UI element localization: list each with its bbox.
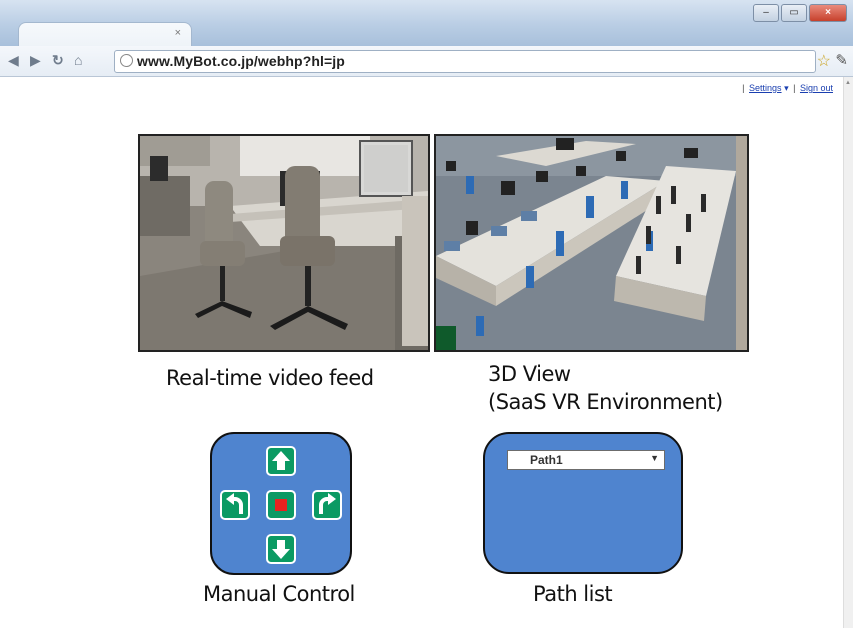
maximize-icon[interactable]: ▭ <box>781 4 807 22</box>
home-icon[interactable]: ⌂ <box>74 52 82 68</box>
url-text: www.MyBot.co.jp/webhp?hl=jp <box>137 53 345 69</box>
office-photo <box>140 136 428 350</box>
forward-arrow-icon[interactable]: ▶ <box>30 52 41 69</box>
path-select-value: Path1 <box>530 453 563 467</box>
manual-control-label: Manual Control <box>203 582 355 606</box>
move-backward-button[interactable] <box>266 534 296 564</box>
arrow-down-icon <box>272 540 290 559</box>
vr-office-render <box>436 136 747 350</box>
video-feed <box>138 134 430 352</box>
turn-left-icon <box>226 493 243 514</box>
page-icon <box>120 54 133 67</box>
browser-window: × – ▭ × ◀ ▶ ↻ ⌂ www.MyBot.co.jp/webhp?hl… <box>0 0 853 628</box>
path-list-label: Path list <box>533 582 613 606</box>
path-list-panel: Path1 ▼ <box>483 432 683 574</box>
move-forward-button[interactable] <box>266 446 296 476</box>
view-3d-caption-title: 3D View <box>488 362 571 386</box>
settings-link[interactable]: Settings <box>749 83 782 93</box>
turn-right-icon <box>319 493 336 514</box>
turn-right-button[interactable] <box>312 490 342 520</box>
turn-left-button[interactable] <box>220 490 250 520</box>
stop-button[interactable] <box>266 490 296 520</box>
video-feed-caption: Real-time video feed <box>166 366 374 390</box>
wrench-menu-icon[interactable]: ✎ <box>835 51 848 69</box>
link-separator: | <box>742 83 745 93</box>
browser-toolbar: ◀ ▶ ↻ ⌂ www.MyBot.co.jp/webhp?hl=jp ☆ ✎ <box>0 46 853 77</box>
sign-out-link[interactable]: Sign out <box>800 83 833 93</box>
top-links: | Settings ▾ | Sign out <box>740 83 833 94</box>
window-controls: – ▭ × <box>753 4 847 22</box>
title-bar: × – ▭ × <box>0 0 853 47</box>
address-bar[interactable]: www.MyBot.co.jp/webhp?hl=jp <box>114 50 816 73</box>
bookmark-star-icon[interactable]: ☆ <box>817 51 831 71</box>
scrollbar[interactable]: ▲ <box>843 77 853 628</box>
minimize-icon[interactable]: – <box>753 4 779 22</box>
link-separator: | <box>793 83 796 93</box>
view-3d-caption-subtitle: (SaaS VR Environment) <box>488 390 723 414</box>
tab-close-icon[interactable]: × <box>175 27 181 39</box>
scroll-up-icon[interactable]: ▲ <box>845 80 851 86</box>
stop-icon <box>275 499 287 511</box>
close-window-icon[interactable]: × <box>809 4 847 22</box>
settings-dropdown-icon[interactable]: ▾ <box>784 83 789 93</box>
reload-icon[interactable]: ↻ <box>52 52 64 69</box>
arrow-up-icon <box>272 451 290 470</box>
browser-tab[interactable]: × <box>18 22 192 47</box>
view-3d <box>434 134 749 352</box>
back-arrow-icon[interactable]: ◀ <box>8 52 19 69</box>
manual-control-pad <box>210 432 352 575</box>
path-select[interactable]: Path1 ▼ <box>507 450 665 470</box>
chevron-down-icon: ▼ <box>650 453 659 463</box>
